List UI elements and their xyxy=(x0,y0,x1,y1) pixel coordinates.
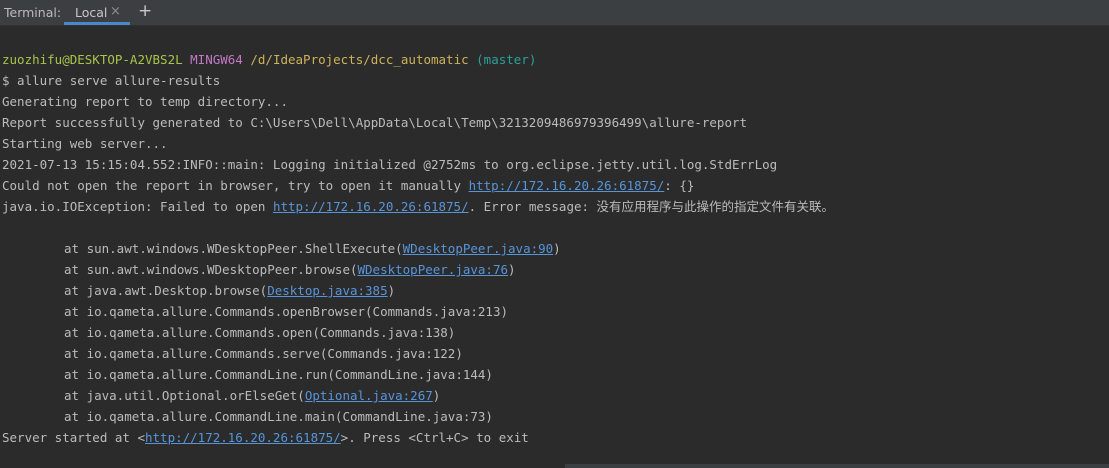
prompt-line: zuozhifu@DESKTOP-A2VBS2L MINGW64 /d/Idea… xyxy=(2,49,536,70)
stack-text: at java.awt.Desktop.browse( xyxy=(64,283,268,298)
report-link[interactable]: http://172.16.20.26:61875/ xyxy=(469,178,665,193)
stack-text-end: ) xyxy=(553,241,561,256)
output-starting: Starting web server... xyxy=(2,136,168,151)
stack-text-end: ) xyxy=(508,262,516,277)
tab-local-label: Local xyxy=(75,5,108,20)
stack-link[interactable]: WDesktopPeer.java:90 xyxy=(403,241,554,256)
prompt-shell: MINGW64 xyxy=(190,52,243,67)
tab-local[interactable]: Local × xyxy=(64,0,130,25)
stack-text: at sun.awt.windows.WDesktopPeer.ShellExe… xyxy=(64,241,403,256)
stack-link[interactable]: Desktop.java:385 xyxy=(267,283,387,298)
output-logging: 2021-07-13 15:15:04.552:INFO::main: Logg… xyxy=(2,157,778,172)
prompt-branch: (master) xyxy=(476,52,537,67)
stack-text: at sun.awt.windows.WDesktopPeer.browse( xyxy=(64,262,358,277)
server-started-text: Server started at < xyxy=(2,430,145,445)
stack-text-end: ) xyxy=(387,283,396,298)
exception-text: java.io.IOException: Failed to open xyxy=(2,199,273,214)
output-server-started: Server started at <http://172.16.20.26:6… xyxy=(2,427,529,448)
stack-line: at io.qameta.allure.Commands.openBrowser… xyxy=(64,304,509,319)
exception-suffix: . Error message: 没有应用程序与此操作的指定文件有关联。 xyxy=(468,199,835,214)
output-generated: Report successfully generated to C:\User… xyxy=(2,115,748,130)
stack-line: at java.util.Optional.orElseGet(Optional… xyxy=(2,385,440,406)
server-link[interactable]: http://172.16.20.26:61875/ xyxy=(145,430,341,445)
stack-text-end: ) xyxy=(432,388,441,403)
stack-text: at java.util.Optional.orElseGet( xyxy=(64,388,305,403)
terminal-tab-bar: Terminal: Local × + xyxy=(0,0,1109,26)
stack-line: at sun.awt.windows.WDesktopPeer.browse(W… xyxy=(2,259,516,280)
stack-link[interactable]: Optional.java:267 xyxy=(305,388,433,403)
server-started-suffix: >. Press <Ctrl+C> to exit xyxy=(340,430,529,445)
add-tab-icon[interactable]: + xyxy=(138,1,152,21)
output-could-not-open: Could not open the report in browser, tr… xyxy=(2,175,694,196)
stack-line: at io.qameta.allure.CommandLine.main(Com… xyxy=(64,409,493,424)
scroll-strip xyxy=(565,464,1109,468)
stack-line: at io.qameta.allure.Commands.serve(Comma… xyxy=(64,346,463,361)
output-generating: Generating report to temp directory... xyxy=(2,94,288,109)
stack-line: at io.qameta.allure.CommandLine.run(Comm… xyxy=(64,367,493,382)
terminal-output[interactable]: zuozhifu@DESKTOP-A2VBS2L MINGW64 /d/Idea… xyxy=(0,26,1109,468)
stack-line: at java.awt.Desktop.browse(Desktop.java:… xyxy=(2,280,395,301)
prompt-path: /d/IdeaProjects/dcc_automatic xyxy=(250,52,469,67)
output-exception: java.io.IOException: Failed to open http… xyxy=(2,196,834,217)
could-not-open-text: Could not open the report in browser, tr… xyxy=(2,178,469,193)
could-not-open-suffix: : {} xyxy=(664,178,695,193)
stack-line: at sun.awt.windows.WDesktopPeer.ShellExe… xyxy=(2,238,561,259)
stack-line: at io.qameta.allure.Commands.open(Comman… xyxy=(64,325,456,340)
close-icon[interactable]: × xyxy=(110,4,121,19)
prompt-user-host: zuozhifu@DESKTOP-A2VBS2L xyxy=(2,52,183,67)
terminal-caption: Terminal: xyxy=(4,5,62,20)
exception-link[interactable]: http://172.16.20.26:61875/ xyxy=(273,199,469,214)
command-line: $ allure serve allure-results xyxy=(2,73,221,88)
stack-link[interactable]: WDesktopPeer.java:76 xyxy=(358,262,509,277)
